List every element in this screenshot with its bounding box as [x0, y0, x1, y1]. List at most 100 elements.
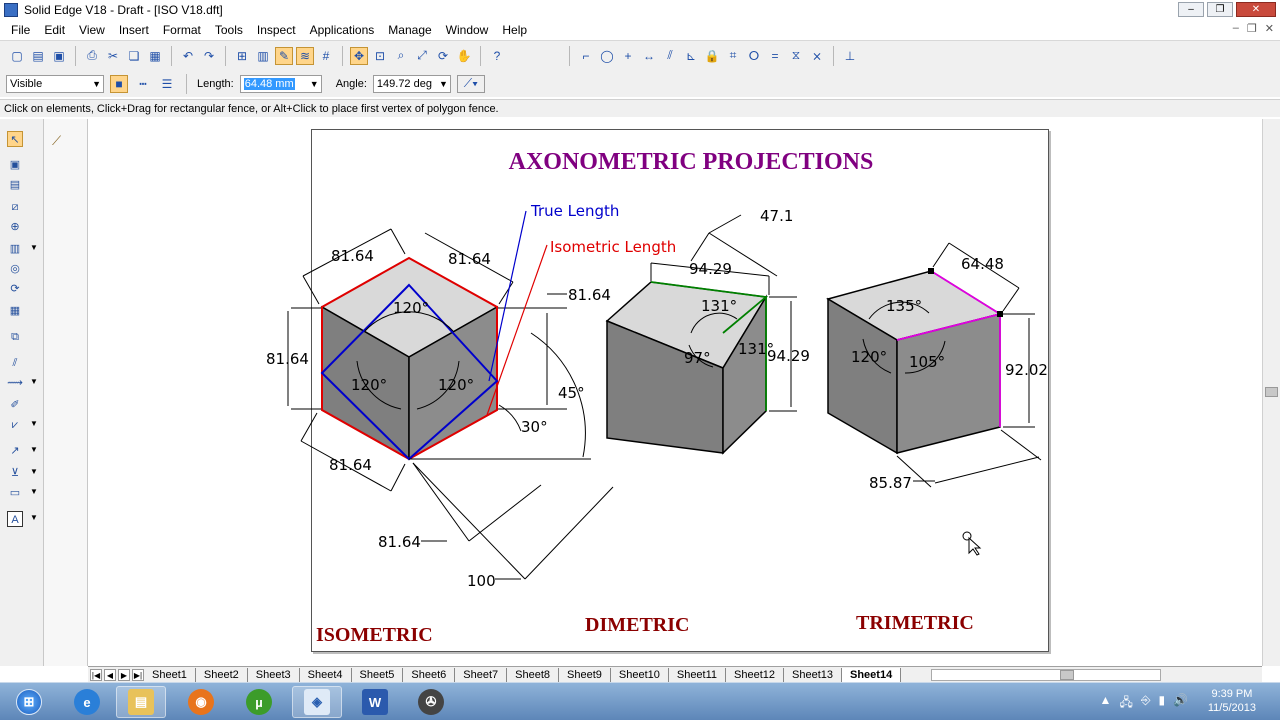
fit-icon[interactable]: ⤢ [413, 47, 431, 65]
weld-icon[interactable]: ⊻ [7, 465, 23, 481]
next-sheet-button[interactable]: ▶ [118, 668, 130, 681]
dash-type-icon[interactable]: ┅ [134, 75, 152, 93]
callout-icon[interactable]: ⩗ [7, 417, 23, 433]
print-icon[interactable]: ⎙ [83, 47, 101, 65]
scroll-thumb[interactable] [1265, 387, 1278, 397]
menu-file[interactable]: File [4, 23, 37, 37]
scroll-thumb[interactable] [1060, 669, 1075, 680]
smart-dim-icon[interactable]: ⫽ [7, 355, 23, 371]
point-icon[interactable]: + [619, 47, 637, 65]
line-options-icon[interactable]: ⟋▾ [456, 74, 485, 93]
paste-icon[interactable]: ▦ [146, 47, 164, 65]
distance-icon[interactable]: ⟿ [7, 375, 23, 391]
parallel-icon[interactable]: ⫽ [661, 47, 679, 65]
taskbar-ie[interactable]: e [62, 686, 112, 718]
isometric-cube[interactable] [320, 256, 499, 461]
taskbar-firefox[interactable]: ◉ [176, 686, 226, 718]
undo-icon[interactable]: ↶ [179, 47, 197, 65]
close-button[interactable]: ✕ [1236, 2, 1276, 17]
circle-tool-icon[interactable]: ◎ [7, 261, 23, 277]
tab-sheet6[interactable]: Sheet6 [403, 667, 456, 682]
tab-sheet14[interactable]: Sheet14 [842, 667, 902, 682]
arrows-icon[interactable]: ↔ [640, 47, 658, 65]
line-width-icon[interactable]: ☰ [158, 75, 176, 93]
volume-icon[interactable]: 🔊 [1173, 693, 1188, 714]
tab-sheet5[interactable]: Sheet5 [352, 667, 404, 682]
menu-inspect[interactable]: Inspect [250, 23, 303, 37]
first-sheet-button[interactable]: |◀ [90, 668, 102, 681]
drawing-sheet[interactable]: AXONOMETRIC PROJECTIONS True Length Isom… [266, 129, 1049, 652]
menu-edit[interactable]: Edit [37, 23, 72, 37]
tab-sheet9[interactable]: Sheet9 [559, 667, 611, 682]
tri-vertex-handle[interactable] [997, 311, 1003, 317]
doc-close-icon[interactable]: ✕ [1265, 22, 1274, 35]
taskbar-solidedge[interactable]: ◈ [292, 686, 342, 718]
menu-applications[interactable]: Applications [303, 23, 382, 37]
taskbar-explorer[interactable]: ▤ [116, 686, 166, 718]
tab-sheet4[interactable]: Sheet4 [300, 667, 352, 682]
tri-vertex-handle[interactable] [928, 268, 934, 274]
rotate-tool-icon[interactable]: ⟳ [7, 281, 23, 297]
grid-icon[interactable]: # [317, 47, 335, 65]
lock-icon[interactable]: 🔒 [703, 47, 721, 65]
tab-sheet7[interactable]: Sheet7 [455, 667, 508, 682]
perpendicular-icon[interactable]: ⊾ [682, 47, 700, 65]
text-box-icon[interactable]: A [7, 511, 23, 527]
dimetric-cube[interactable] [605, 281, 769, 455]
menu-window[interactable]: Window [439, 23, 496, 37]
line-icon[interactable]: ⌐ [577, 47, 595, 65]
sheet-view-icon[interactable]: ⊞ [233, 47, 251, 65]
chevron-down-icon[interactable]: ▼ [30, 487, 38, 496]
doc-minimize-icon[interactable]: – [1233, 22, 1239, 35]
circle-icon[interactable]: ◯ [598, 47, 616, 65]
length-input[interactable]: 64.48 mm ▼ [239, 74, 322, 93]
tray-expand-icon[interactable]: ▲ [1100, 693, 1112, 714]
refresh-icon[interactable]: ⟳ [434, 47, 452, 65]
equal-icon[interactable]: = [766, 47, 784, 65]
symmetric-icon[interactable]: ⧖ [787, 47, 805, 65]
network-icon[interactable]: 🖧 [1119, 693, 1132, 714]
menu-format[interactable]: Format [156, 23, 208, 37]
menu-tools[interactable]: Tools [208, 23, 250, 37]
tab-sheet3[interactable]: Sheet3 [248, 667, 300, 682]
taskbar-clock[interactable]: 9:39 PM 11/5/2013 [1208, 687, 1256, 715]
menu-help[interactable]: Help [495, 23, 534, 37]
layer-icon[interactable]: ≋ [296, 46, 314, 65]
zoom-icon[interactable]: ⌕ [392, 47, 410, 65]
doc-restore-icon[interactable]: ❐ [1247, 22, 1257, 35]
zoom-area-icon[interactable]: ⊡ [371, 47, 389, 65]
tab-sheet13[interactable]: Sheet13 [784, 667, 842, 682]
select-arrow-icon[interactable]: ↖ [7, 131, 23, 147]
cut-plane-icon[interactable]: ⧄ [7, 199, 23, 215]
last-sheet-button[interactable]: ▶| [132, 668, 144, 681]
start-button[interactable]: ⊞ [4, 686, 54, 718]
edit-icon[interactable]: ✎ [275, 46, 293, 65]
menu-manage[interactable]: Manage [381, 23, 438, 37]
part-view-icon[interactable]: ▣ [7, 157, 23, 173]
rigid-icon[interactable]: ⌗ [724, 47, 742, 65]
maximize-button[interactable]: ❐ [1207, 2, 1233, 17]
app-icon[interactable] [4, 3, 18, 17]
tab-sheet1[interactable]: Sheet1 [144, 667, 196, 682]
pencil-icon[interactable]: ⟋ [52, 133, 61, 149]
chevron-down-icon[interactable]: ▼ [30, 419, 38, 428]
pattern-icon[interactable]: ▦ [7, 303, 23, 319]
feature-control-icon[interactable]: ▭ [7, 485, 23, 501]
section-view-icon[interactable]: ▤ [7, 177, 23, 193]
tab-sheet8[interactable]: Sheet8 [507, 667, 559, 682]
angle-input[interactable]: 149.72 deg ▼ [372, 74, 451, 93]
tab-sheet12[interactable]: Sheet12 [726, 667, 785, 682]
view-wizard-icon[interactable]: ⧉ [7, 329, 23, 345]
minimize-button[interactable]: – [1178, 2, 1204, 17]
cut-icon[interactable]: ✂ [104, 47, 122, 65]
copy-icon[interactable]: ❏ [125, 47, 143, 65]
leader-icon[interactable]: ↗ [7, 443, 23, 459]
save-icon[interactable]: ▣ [50, 47, 68, 65]
prev-sheet-button[interactable]: ◀ [104, 668, 116, 681]
chevron-down-icon[interactable]: ▼ [30, 243, 38, 252]
tab-sheet10[interactable]: Sheet10 [611, 667, 669, 682]
new-file-icon[interactable]: ▢ [8, 47, 26, 65]
pan-icon[interactable]: ✋ [455, 47, 473, 65]
redo-icon[interactable]: ↷ [200, 47, 218, 65]
select-tool-icon[interactable]: ✥ [350, 46, 368, 65]
